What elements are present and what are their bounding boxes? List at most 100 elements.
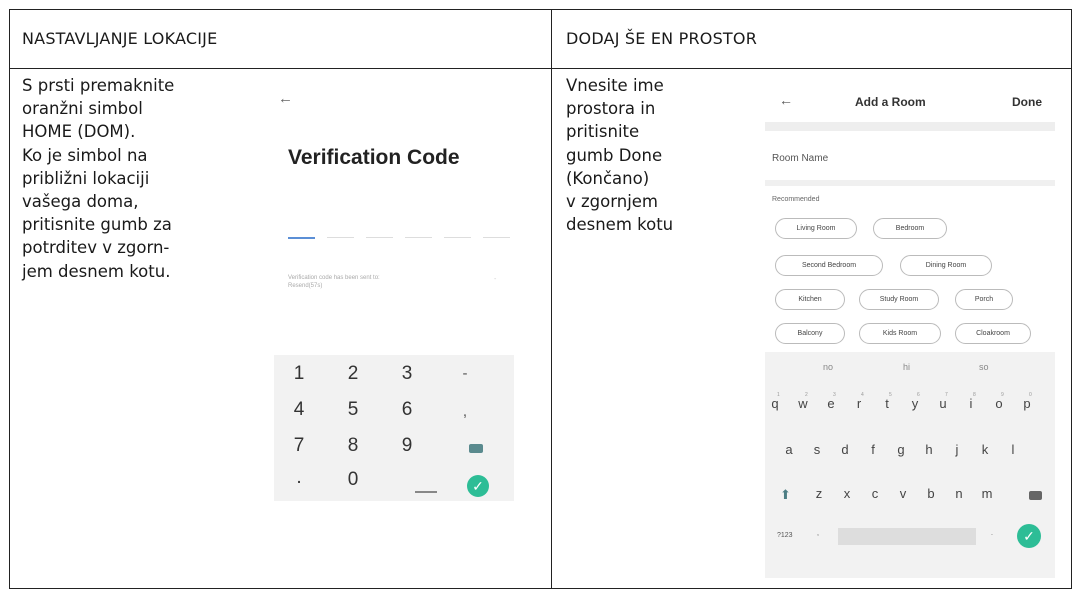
backspace-icon[interactable]	[469, 444, 483, 453]
code-digit-slot[interactable]	[405, 237, 432, 238]
key-2[interactable]: 2	[338, 363, 368, 385]
section-separator	[765, 180, 1055, 186]
key-z[interactable]: z	[809, 486, 829, 501]
room-chip-porch[interactable]: Porch	[955, 289, 1013, 310]
room-chip-dining-room[interactable]: Dining Room	[900, 255, 992, 276]
key-3[interactable]: 3	[392, 363, 422, 385]
desc-line: prostora in	[566, 99, 656, 119]
sent-text: Verification code has been sent to:	[288, 275, 380, 281]
space-bar[interactable]	[838, 528, 976, 545]
key-comma[interactable]: ,	[817, 530, 819, 537]
check-icon[interactable]: ✓	[467, 475, 489, 497]
key-v[interactable]: v	[893, 486, 913, 501]
left-description: S prsti premaknite oranžni simbol HOME (…	[22, 74, 174, 283]
key-m[interactable]: m	[977, 486, 997, 501]
key-q[interactable]: q	[765, 396, 785, 411]
key-s[interactable]: s	[807, 442, 827, 457]
key-u[interactable]: u	[933, 396, 953, 411]
suggestion-so[interactable]: so	[979, 362, 989, 372]
desc-line: potrditev v zgorn-	[22, 238, 170, 258]
phone-placeholder-dash: -	[494, 276, 497, 283]
code-digit-slot[interactable]	[483, 237, 510, 238]
key-k[interactable]: k	[975, 442, 995, 457]
code-digit-slot[interactable]	[444, 237, 471, 238]
room-chip-study-room[interactable]: Study Room	[859, 289, 939, 310]
key-h[interactable]: h	[919, 442, 939, 457]
backspace-icon[interactable]	[1029, 491, 1042, 500]
key-j[interactable]: j	[947, 442, 967, 457]
space-icon[interactable]	[415, 491, 437, 493]
room-chip-bedroom[interactable]: Bedroom	[873, 218, 947, 239]
desc-line: gumb Done	[566, 145, 663, 165]
key-o[interactable]: o	[989, 396, 1009, 411]
column-divider	[551, 10, 552, 588]
header-divider	[10, 68, 1071, 69]
desc-line: HOME (DOM).	[22, 122, 136, 142]
key-6[interactable]: 6	[392, 399, 422, 421]
room-chip-kitchen[interactable]: Kitchen	[775, 289, 845, 310]
shift-icon[interactable]: ⬆	[780, 487, 791, 503]
key-p[interactable]: p	[1017, 396, 1037, 411]
desc-line: jem desnem kotu.	[22, 261, 171, 281]
verification-title: Verification Code	[288, 146, 460, 169]
code-digit-slot[interactable]	[366, 237, 393, 238]
key-t[interactable]: t	[877, 396, 897, 411]
key-comma[interactable]: ,	[450, 403, 480, 420]
key-y[interactable]: y	[905, 396, 925, 411]
key-f[interactable]: f	[863, 442, 883, 457]
key-g[interactable]: g	[891, 442, 911, 457]
key-4[interactable]: 4	[284, 399, 314, 421]
recommended-label: Recommended	[772, 196, 820, 203]
key-period[interactable]: .	[284, 467, 314, 489]
header-separator	[765, 122, 1055, 131]
key-period[interactable]: .	[991, 530, 993, 537]
key-5[interactable]: 5	[338, 399, 368, 421]
key-x[interactable]: x	[837, 486, 857, 501]
suggestion-hi[interactable]: hi	[903, 362, 910, 372]
suggestion-no[interactable]: no	[823, 362, 833, 372]
desc-line: približni lokaciji	[22, 168, 150, 188]
key-8[interactable]: 8	[338, 435, 368, 457]
key-w[interactable]: w	[793, 396, 813, 411]
room-chip-cloakroom[interactable]: Cloakroom	[955, 323, 1031, 344]
key-9[interactable]: 9	[392, 435, 422, 457]
back-arrow-icon[interactable]: ←	[779, 92, 793, 108]
desc-line: desnem kotu	[566, 215, 674, 235]
key-c[interactable]: c	[865, 486, 885, 501]
key-a[interactable]: a	[779, 442, 799, 457]
add-room-header: ← Add a Room Done	[765, 78, 1055, 122]
verification-screen: ← Verification Code Verification code ha…	[270, 80, 520, 502]
room-chip-living-room[interactable]: Living Room	[775, 218, 857, 239]
key-minus[interactable]: -	[450, 365, 480, 382]
add-room-screen: ← Add a Room Done Room Name Recommended …	[765, 78, 1055, 578]
code-digit-slot[interactable]	[288, 237, 315, 239]
right-heading: DODAJ ŠE EN PROSTOR	[566, 29, 758, 48]
key-r[interactable]: r	[849, 396, 869, 411]
room-chip-balcony[interactable]: Balcony	[775, 323, 845, 344]
resend-link[interactable]: Resend(57s)	[288, 282, 380, 290]
code-input[interactable]	[288, 237, 510, 239]
key-e[interactable]: e	[821, 396, 841, 411]
room-name-input[interactable]: Room Name	[772, 153, 828, 164]
key-n[interactable]: n	[949, 486, 969, 501]
key-b[interactable]: b	[921, 486, 941, 501]
code-digit-slot[interactable]	[327, 237, 354, 238]
key-d[interactable]: d	[835, 442, 855, 457]
desc-line: pritisnite gumb za	[22, 215, 172, 235]
done-button[interactable]: Done	[1012, 95, 1042, 109]
key-1[interactable]: 1	[284, 363, 314, 385]
back-arrow-icon[interactable]: ←	[278, 90, 293, 107]
desc-line: oranžni simbol	[22, 99, 143, 119]
check-icon[interactable]: ✓	[1017, 524, 1041, 548]
symbols-key[interactable]: ?123	[777, 532, 793, 539]
desc-line: vašega doma,	[22, 192, 139, 212]
room-chip-second-bedroom[interactable]: Second Bedroom	[775, 255, 883, 276]
numeric-keypad: 1 2 3 - 4 5 6 , 7 8 9 . 0 ✓	[274, 355, 514, 501]
key-0[interactable]: 0	[338, 469, 368, 491]
key-7[interactable]: 7	[284, 435, 314, 457]
room-chip-kids-room[interactable]: Kids Room	[859, 323, 941, 344]
right-description: Vnesite ime prostora in pritisnite gumb …	[566, 74, 673, 236]
key-i[interactable]: i	[961, 396, 981, 411]
desc-line: v zgornjem	[566, 192, 658, 212]
key-l[interactable]: l	[1003, 442, 1023, 457]
